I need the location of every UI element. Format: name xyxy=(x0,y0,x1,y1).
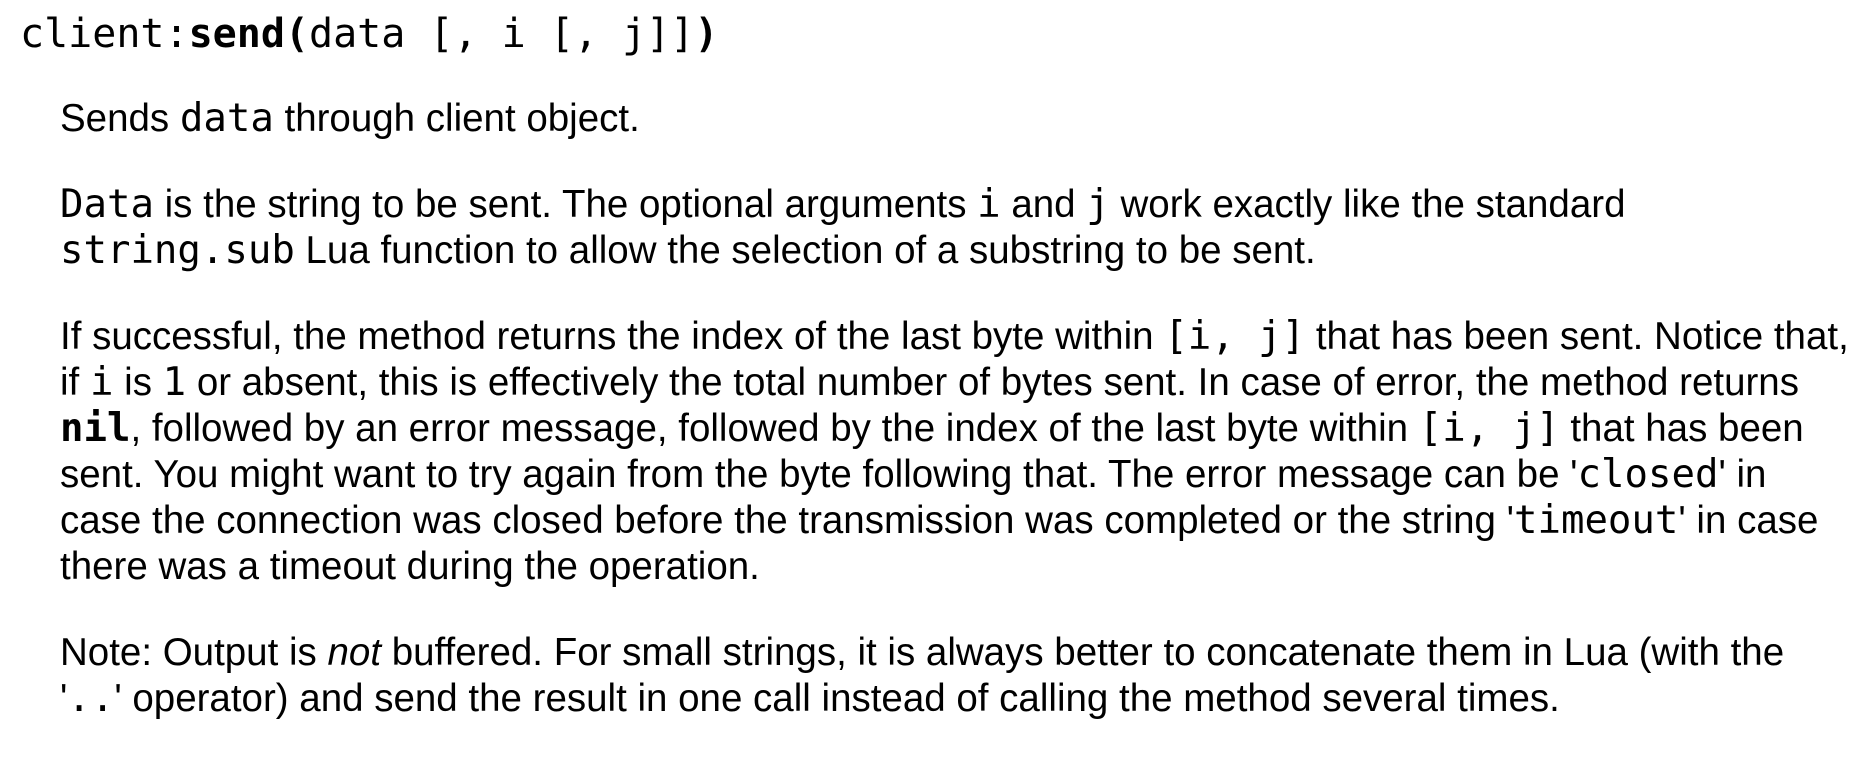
text: Sends xyxy=(60,97,180,140)
signature-prefix: client: xyxy=(20,11,189,57)
text: is xyxy=(113,361,163,404)
text: ' operator) and send the result in one c… xyxy=(114,677,1560,720)
text: work exactly like the standard xyxy=(1109,183,1626,226)
doc-page: client:send(data [, i [, j]]) Sends data… xyxy=(0,0,1852,747)
code-closed: closed xyxy=(1577,452,1719,497)
paragraph-summary: Sends data through client object. xyxy=(60,96,1850,142)
code-one: 1 xyxy=(162,360,187,405)
code-i: i xyxy=(89,360,114,405)
text: Lua function to allow the selection of a… xyxy=(294,229,1316,272)
code-concat-operator: .. xyxy=(67,676,115,721)
code-i: i xyxy=(977,182,1001,227)
code-range: [i, j] xyxy=(1418,406,1560,451)
text: Note: Output is xyxy=(60,631,328,674)
function-signature: client:send(data [, i [, j]]) xyxy=(20,10,718,58)
code-timeout: timeout xyxy=(1514,498,1679,543)
paragraph-note: Note: Output is not buffered. For small … xyxy=(60,630,1850,722)
code-string-sub: string.sub xyxy=(60,228,295,273)
text: If successful, the method returns the in… xyxy=(60,315,1165,358)
signature-args: data [, i [, j]] xyxy=(309,11,695,57)
text: through client object. xyxy=(273,97,640,140)
signature-close: ) xyxy=(694,11,719,57)
code-data-arg: Data xyxy=(60,182,154,227)
text: is the string to be sent. The optional a… xyxy=(153,183,978,226)
signature-method: send( xyxy=(188,11,309,57)
emphasis-not: not xyxy=(327,631,382,674)
code-nil: nil xyxy=(60,406,131,451)
text: or absent, this is effectively the total… xyxy=(186,361,1799,404)
description-body: Sends data through client object. Data i… xyxy=(60,96,1850,762)
code-range: [i, j] xyxy=(1164,314,1306,359)
text: and xyxy=(1000,183,1087,226)
code-j: j xyxy=(1086,182,1110,227)
paragraph-arguments: Data is the string to be sent. The optio… xyxy=(60,182,1850,274)
text: , followed by an error message, followed… xyxy=(130,407,1419,450)
code-data: data xyxy=(179,96,274,141)
paragraph-return-values: If successful, the method returns the in… xyxy=(60,314,1850,590)
